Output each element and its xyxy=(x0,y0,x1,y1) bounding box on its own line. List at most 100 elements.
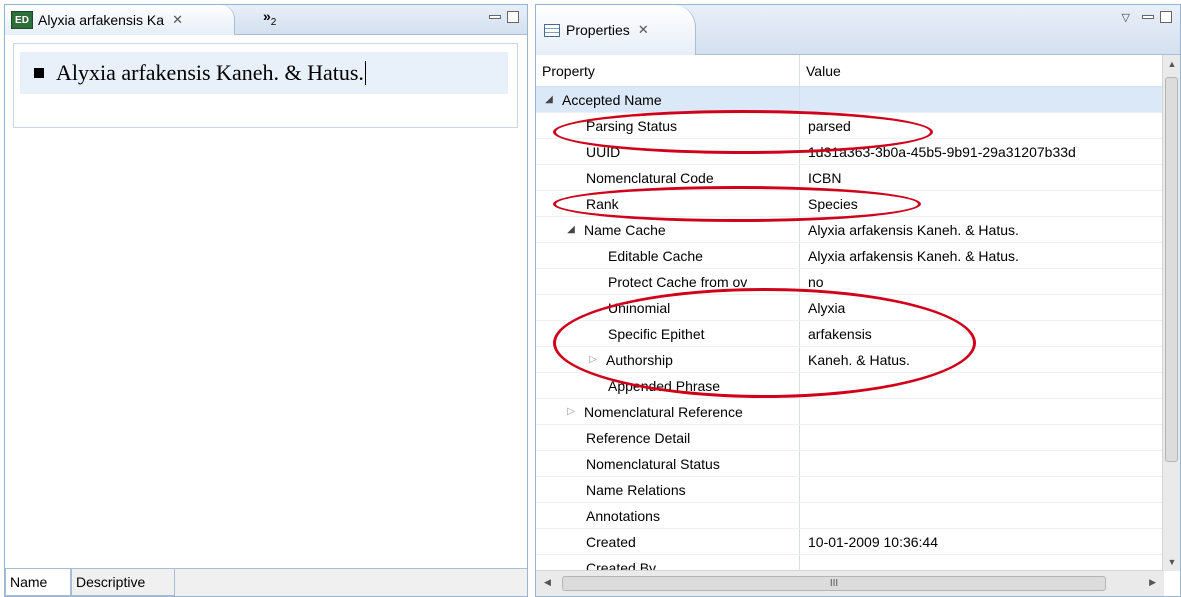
property-name-cell: Editable Cache xyxy=(536,243,800,268)
property-value-cell[interactable]: parsed xyxy=(800,113,1164,138)
property-value-cell[interactable] xyxy=(800,373,1164,398)
editor-tab-alyxia[interactable]: ED Alyxia arfakensis Ka ✕ xyxy=(5,5,235,35)
close-icon[interactable]: ✕ xyxy=(172,12,183,28)
property-value-cell[interactable] xyxy=(800,451,1164,476)
property-name: Reference Detail xyxy=(586,429,691,446)
properties-tab-label: Properties xyxy=(566,22,630,38)
property-name: Parsing Status xyxy=(586,117,678,134)
property-name: Uninomial xyxy=(608,299,671,316)
property-name-cell: Nomenclatural Code xyxy=(536,165,800,190)
property-row[interactable]: Uninomial Alyxia xyxy=(536,295,1164,321)
property-value-cell[interactable]: arfakensis xyxy=(800,321,1164,346)
property-name: Appended Phrase xyxy=(608,377,721,394)
property-value-cell[interactable] xyxy=(800,503,1164,528)
property-value-cell[interactable]: Kaneh. & Hatus. xyxy=(800,347,1164,372)
property-row[interactable]: Appended Phrase xyxy=(536,373,1164,399)
minimize-icon[interactable] xyxy=(1142,15,1154,19)
property-value-cell[interactable] xyxy=(800,477,1164,502)
property-row[interactable]: Reference Detail xyxy=(536,425,1164,451)
maximize-icon[interactable] xyxy=(1160,11,1172,23)
tab-overflow-chevron-icon[interactable]: »2 xyxy=(263,8,276,28)
property-row[interactable]: Rank Species xyxy=(536,191,1164,217)
vertical-scroll-thumb[interactable] xyxy=(1165,77,1178,462)
property-row[interactable]: Nomenclatural Status xyxy=(536,451,1164,477)
property-name-cell: ◢ Accepted Name xyxy=(536,87,800,112)
property-name-cell: ◢ Name Cache xyxy=(536,217,800,242)
scroll-right-icon[interactable]: ▶ xyxy=(1149,577,1156,588)
accepted-name-bullet-icon xyxy=(34,68,44,78)
column-header-property[interactable]: Property xyxy=(536,55,800,86)
property-value-cell[interactable] xyxy=(800,399,1164,424)
property-name-cell: ▷ Authorship xyxy=(536,347,800,372)
scroll-down-icon[interactable]: ▼ xyxy=(1163,557,1181,567)
scroll-up-icon[interactable]: ▲ xyxy=(1163,59,1181,69)
property-row[interactable]: UUID 1d31a363-3b0a-45b5-9b91-29a31207b33d xyxy=(536,139,1164,165)
text-caret xyxy=(364,61,366,85)
expanded-triangle-icon[interactable]: ◢ xyxy=(542,94,556,105)
property-name: Accepted Name xyxy=(562,91,662,108)
property-row[interactable]: Editable Cache Alyxia arfakensis Kaneh. &… xyxy=(536,243,1164,269)
property-name: Nomenclatural Reference xyxy=(584,403,743,420)
property-name-cell: UUID xyxy=(536,139,800,164)
accepted-name-line[interactable]: Alyxia arfakensis Kaneh. & Hatus. xyxy=(20,52,508,94)
vertical-scrollbar[interactable]: ▲ ▼ xyxy=(1162,55,1180,571)
accepted-name-text[interactable]: Alyxia arfakensis Kaneh. & Hatus. xyxy=(56,60,364,86)
name-editor-area: Alyxia arfakensis Kaneh. & Hatus. xyxy=(13,43,518,128)
tab-properties[interactable]: Properties ✕ xyxy=(536,5,696,55)
property-name: Specific Epithet xyxy=(608,325,705,342)
horizontal-scroll-thumb[interactable]: III xyxy=(562,576,1106,591)
property-row[interactable]: Specific Epithet arfakensis xyxy=(536,321,1164,347)
property-value-cell[interactable]: 10-01-2009 10:36:44 xyxy=(800,529,1164,554)
property-name-cell: Annotations xyxy=(536,503,800,528)
property-row[interactable]: Created 10-01-2009 10:36:44 xyxy=(536,529,1164,555)
property-value-cell[interactable] xyxy=(800,555,1164,571)
property-row[interactable]: ▷ Nomenclatural Reference xyxy=(536,399,1164,425)
property-value-cell[interactable]: no xyxy=(800,269,1164,294)
property-name: Created xyxy=(586,533,636,550)
horizontal-scrollbar[interactable]: ◀ III ▶ xyxy=(536,570,1164,596)
property-value-cell[interactable]: ICBN xyxy=(800,165,1164,190)
overflow-count: 2 xyxy=(270,16,277,28)
property-row[interactable]: Protect Cache from ov no xyxy=(536,269,1164,295)
minimize-icon[interactable] xyxy=(489,15,501,19)
grid-header: Property Value xyxy=(536,55,1164,87)
property-name-cell: Nomenclatural Status xyxy=(536,451,800,476)
property-row[interactable]: Name Relations xyxy=(536,477,1164,503)
editor-page-tabs: Name Descriptive xyxy=(5,568,527,596)
editor-tab-label: Alyxia arfakensis Ka xyxy=(38,12,165,28)
property-name-cell: Name Relations xyxy=(536,477,800,502)
property-value-cell[interactable]: 1d31a363-3b0a-45b5-9b91-29a31207b33d xyxy=(800,139,1164,164)
property-name-cell: Protect Cache from ov xyxy=(536,269,800,294)
editor-tab-bar: ED Alyxia arfakensis Ka ✕ »2 xyxy=(5,5,527,35)
property-value-cell[interactable]: Alyxia xyxy=(800,295,1164,320)
property-name: Editable Cache xyxy=(608,247,703,264)
property-row[interactable]: Annotations xyxy=(536,503,1164,529)
view-menu-icon[interactable]: ▽ xyxy=(1122,11,1130,24)
property-name: Annotations xyxy=(586,507,660,524)
collapsed-triangle-icon[interactable]: ▷ xyxy=(586,354,600,365)
taxon-name-editor: ED Alyxia arfakensis Ka ✕ »2 Alyxia arfa… xyxy=(4,4,528,597)
property-row[interactable]: Created By xyxy=(536,555,1164,571)
expanded-triangle-icon[interactable]: ◢ xyxy=(564,224,578,235)
collapsed-triangle-icon[interactable]: ▷ xyxy=(564,406,578,417)
property-row[interactable]: ▷ Authorship Kaneh. & Hatus. xyxy=(536,347,1164,373)
property-value-cell[interactable] xyxy=(800,87,1164,112)
tab-descriptive[interactable]: Descriptive xyxy=(71,569,175,596)
window-controls: ▽ xyxy=(1122,11,1172,24)
property-value-cell[interactable]: Alyxia arfakensis Kaneh. & Hatus. xyxy=(800,217,1164,242)
scroll-left-icon[interactable]: ◀ xyxy=(544,577,551,588)
property-name-cell: Created By xyxy=(536,555,800,571)
property-row[interactable]: ◢ Accepted Name xyxy=(536,87,1164,113)
property-row[interactable]: ◢ Name Cache Alyxia arfakensis Kaneh. & Ha… xyxy=(536,217,1164,243)
property-value-cell[interactable]: Species xyxy=(800,191,1164,216)
property-name-cell: Uninomial xyxy=(536,295,800,320)
close-icon[interactable]: ✕ xyxy=(638,22,649,38)
column-header-value[interactable]: Value xyxy=(800,55,1164,86)
property-name: Authorship xyxy=(606,351,673,368)
property-value-cell[interactable] xyxy=(800,425,1164,450)
maximize-icon[interactable] xyxy=(507,11,519,23)
property-row[interactable]: Parsing Status parsed xyxy=(536,113,1164,139)
property-value-cell[interactable]: Alyxia arfakensis Kaneh. & Hatus. xyxy=(800,243,1164,268)
property-row[interactable]: Nomenclatural Code ICBN xyxy=(536,165,1164,191)
tab-name[interactable]: Name xyxy=(5,569,71,596)
